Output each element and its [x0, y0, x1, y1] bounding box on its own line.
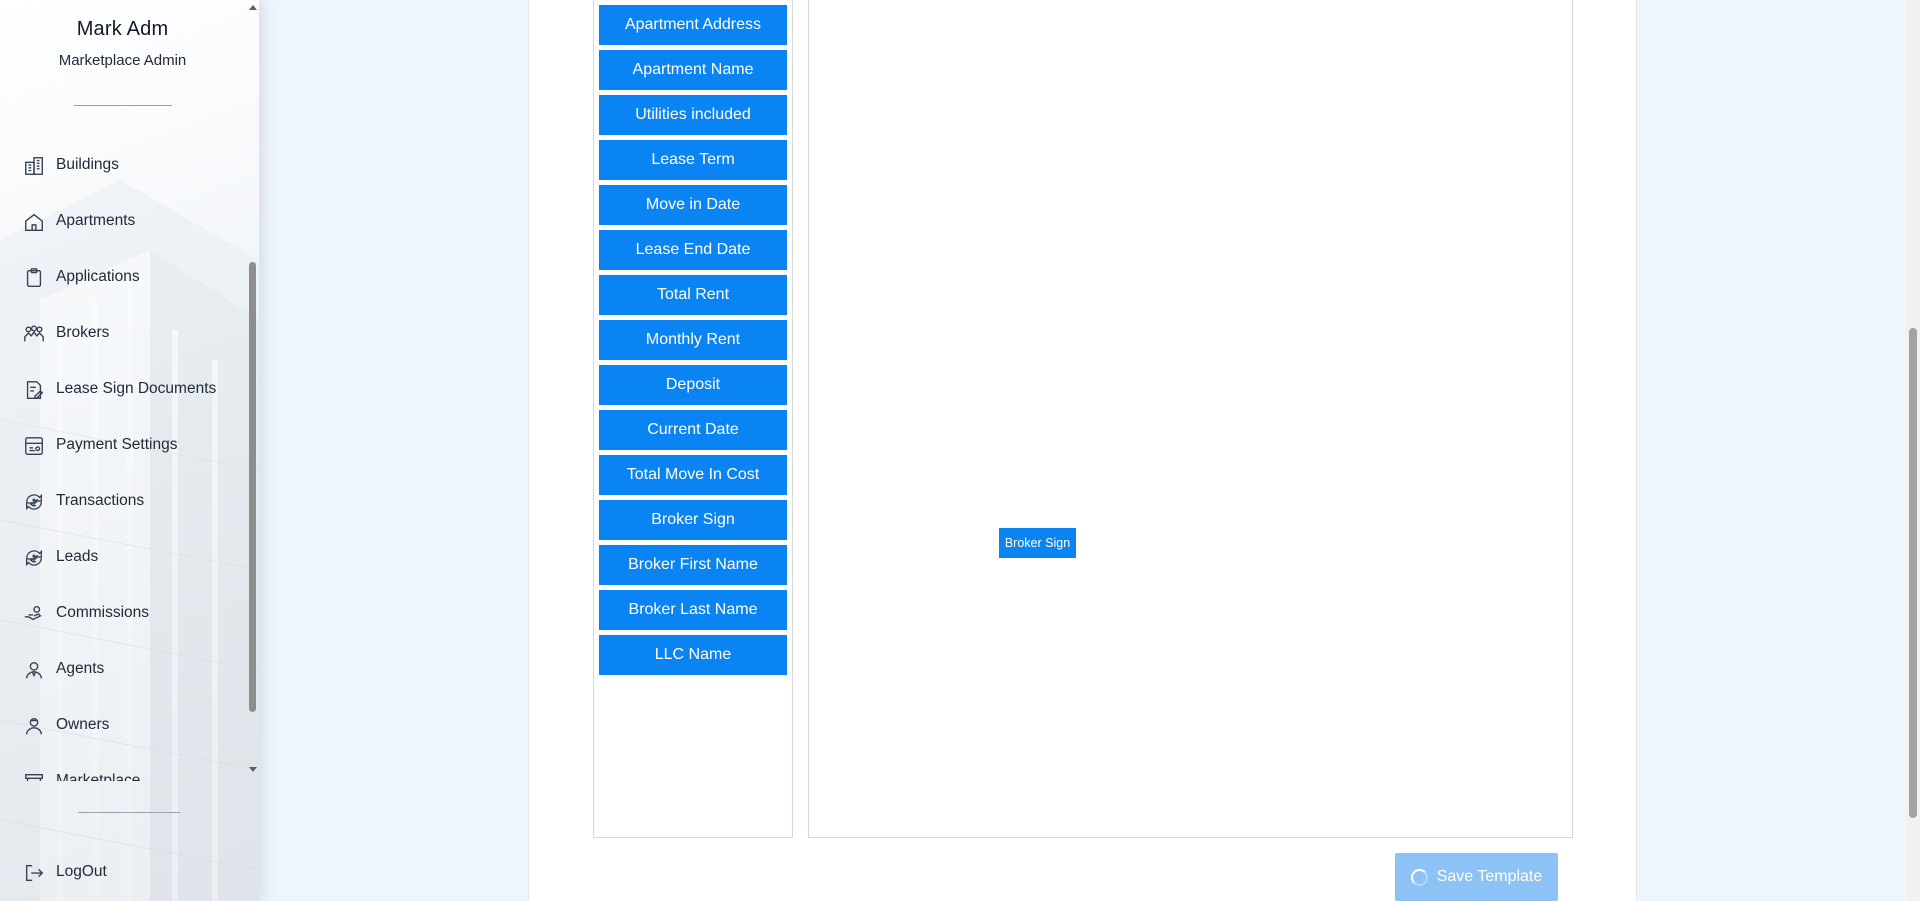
sidebar-item-label: Leads [56, 548, 99, 565]
sidebar-scrollbar-thumb[interactable] [249, 262, 256, 712]
sidebar-item-transactions[interactable]: Transactions [0, 482, 245, 522]
field-button-move-in-date[interactable]: Move in Date [599, 185, 787, 225]
logout-icon [23, 862, 45, 884]
sidebar-item-label: Owners [56, 716, 110, 733]
commission-hand-icon [23, 603, 45, 625]
brokers-icon [23, 323, 45, 345]
field-button-lease-term[interactable]: Lease Term [599, 140, 787, 180]
sidebar-item-agents[interactable]: Agents [0, 650, 245, 690]
home-icon [23, 211, 45, 233]
field-button-total-move-in-cost[interactable]: Total Move In Cost [599, 455, 787, 495]
sidebar-item-label: Brokers [56, 324, 110, 341]
field-button-current-date[interactable]: Current Date [599, 410, 787, 450]
field-button-monthly-rent[interactable]: Monthly Rent [599, 320, 787, 360]
sidebar-item-label: Buildings [56, 156, 119, 173]
sidebar-item-label: Marketplace [56, 772, 141, 781]
field-button-apartment-name[interactable]: Apartment Name [599, 50, 787, 90]
page-scrollbar-thumb[interactable] [1909, 328, 1917, 818]
sidebar-content: Mark Adm Marketplace Admin Buildings Apa… [0, 0, 245, 901]
sidebar-nav: Buildings Apartments Applications Broker… [0, 140, 245, 781]
buildings-icon [23, 155, 45, 177]
sidebar-item-buildings[interactable]: Buildings [0, 146, 245, 186]
save-template-label: Save Template [1436, 868, 1543, 885]
field-button-apartment-address[interactable]: Apartment Address [599, 5, 787, 45]
user-role: Marketplace Admin [58, 52, 187, 69]
sidebar-item-leads[interactable]: Leads [0, 538, 245, 578]
field-button-broker-sign[interactable]: Broker Sign [599, 500, 787, 540]
sidebar-item-marketplace[interactable]: Marketplace [0, 762, 245, 781]
logout-divider [78, 812, 180, 813]
field-button-llc-name[interactable]: LLC Name [599, 635, 787, 675]
field-button-total-rent[interactable]: Total Rent [599, 275, 787, 315]
scroll-up-arrow-icon[interactable] [249, 5, 257, 10]
owner-icon [23, 715, 45, 737]
profile-divider [74, 105, 172, 106]
field-button-deposit[interactable]: Deposit [599, 365, 787, 405]
sidebar-item-apartments[interactable]: Apartments [0, 202, 245, 242]
sidebar-item-owners[interactable]: Owners [0, 706, 245, 746]
logout-button[interactable]: LogOut [0, 853, 245, 893]
sidebar-item-label: Transactions [56, 492, 145, 509]
field-button-utilities-included[interactable]: Utilities included [599, 95, 787, 135]
sidebar-item-commissions[interactable]: Commissions [0, 594, 245, 634]
field-button-broker-last-name[interactable]: Broker Last Name [599, 590, 787, 630]
sidebar-item-applications[interactable]: Applications [0, 258, 245, 298]
document-canvas[interactable] [808, 0, 1573, 838]
field-button-broker-first-name[interactable]: Broker First Name [599, 545, 787, 585]
sidebar-scrollbar[interactable] [245, 0, 259, 780]
sidebar-item-brokers[interactable]: Brokers [0, 314, 245, 354]
document-sign-icon [23, 379, 45, 401]
marketplace-icon [23, 771, 45, 781]
payment-settings-icon [23, 435, 45, 457]
field-button-lease-end-date[interactable]: Lease End Date [599, 230, 787, 270]
page-scrollbar[interactable] [1906, 0, 1920, 901]
save-template-button[interactable]: Save Template [1395, 853, 1558, 901]
sidebar-item-label: Applications [56, 268, 140, 285]
sidebar-item-label: Payment Settings [56, 436, 178, 453]
sidebar-item-label: Apartments [56, 212, 136, 229]
agent-icon [23, 659, 45, 681]
loading-spinner-icon [1410, 868, 1428, 886]
sidebar-item-payment-settings[interactable]: Payment Settings [0, 426, 245, 466]
sidebar-item-label: Lease Sign Documents [56, 380, 217, 397]
logout-label: LogOut [56, 863, 107, 880]
sidebar-item-label: Agents [56, 660, 105, 677]
leads-icon [23, 547, 45, 569]
sidebar-item-lease-sign-documents[interactable]: Lease Sign Documents [0, 370, 245, 410]
placed-field-broker-sign[interactable]: Broker Sign [999, 528, 1076, 558]
sidebar-item-label: Commissions [56, 604, 150, 621]
user-name: Mark Adm [76, 18, 169, 40]
clipboard-icon [23, 267, 45, 289]
scroll-down-arrow-icon[interactable] [249, 767, 257, 772]
sidebar: Mark Adm Marketplace Admin Buildings Apa… [0, 0, 259, 901]
transactions-icon [23, 491, 45, 513]
